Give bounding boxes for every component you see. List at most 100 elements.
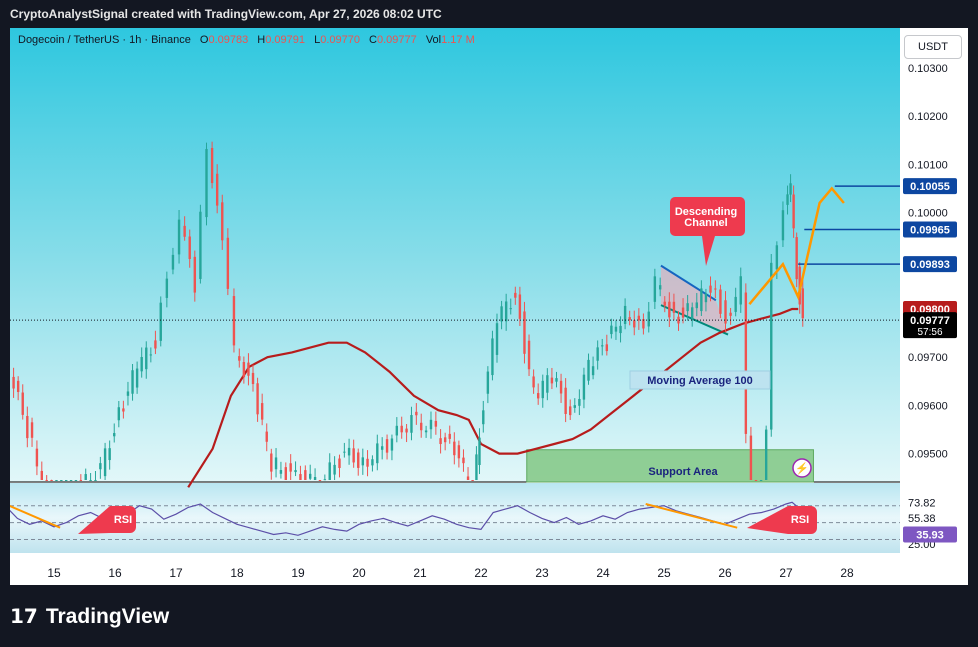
candle-body [596,347,599,361]
candle-body [135,368,139,388]
candle-body [504,301,508,322]
x-tick-label: 28 [840,566,854,580]
candle-body [500,306,503,322]
candle-body [663,301,666,306]
y-tick-label: 0.10100 [908,159,948,171]
rsi-tick-label: 73.82 [908,497,936,509]
candle-body [183,225,186,237]
candle-body [30,422,34,438]
candle-body [647,311,650,327]
moving-average-callout: Moving Average 100 [629,370,771,390]
ohlc-high: 0.09791 [265,34,306,46]
candle-body [12,376,15,389]
candle-body [371,459,374,466]
symbol-info-bar: Dogecoin / TetherUS · 1h · Binance O0.09… [18,34,475,46]
candle-body [759,480,763,481]
candle-body [376,443,379,464]
symbol-title[interactable]: Dogecoin / TetherUS · 1h · Binance [18,34,191,46]
candle-body [69,480,73,481]
candle-body [188,236,191,259]
price-label-text: 0.09965 [910,224,950,236]
candle-body [691,307,694,319]
candle-body [653,276,657,302]
candle-body [395,425,399,436]
candle-body [770,262,773,430]
candle-body [242,362,246,378]
volume-value: 1.17 M [441,34,475,46]
rsi-right-label: RSI [791,514,809,526]
candle-body [578,398,581,406]
candle-body [448,433,451,439]
candle-body [605,344,609,352]
candle-body [177,219,181,255]
candle-body [495,323,499,355]
candle-body [789,183,792,195]
candle-body [65,480,68,481]
tradingview-logo[interactable]: 𝟭𝟳 TradingView [10,604,169,629]
candle-body [786,194,789,205]
candle-body [475,454,478,480]
candle-body [35,448,39,467]
candle-body [764,429,768,480]
candle-body [232,296,236,346]
candle-body [149,354,153,356]
candle-body [668,301,671,318]
candle-body [357,452,360,468]
candle-body [154,340,157,349]
candle-body [564,387,567,414]
candle-body [294,470,297,473]
candle-body [251,372,255,385]
candle-body [555,378,558,382]
candle-body [749,435,753,480]
candle-body [309,473,312,479]
candle-body [695,302,698,309]
candle-body [478,437,481,466]
price-chart-svg[interactable]: 0.10300 0.10200 0.10100 0.10000 0.09700 0.096… [10,28,968,585]
candle-body [126,391,130,396]
candle-body [795,237,798,280]
x-tick-label: 27 [779,566,793,580]
x-tick-label: 25 [657,566,671,580]
candle-body [623,305,627,325]
price-label-text: 0.09893 [910,259,950,271]
candle-body [518,294,522,319]
candle-body [238,356,241,361]
candle-body [205,148,208,218]
candle-body [729,312,732,316]
candle-body [700,288,703,312]
candle-body [614,326,618,332]
chart-frame: 0.10300 0.10200 0.10100 0.10000 0.09700 0.096… [10,28,968,585]
x-axis-ticks: 15 16 17 18 19 20 21 22 23 24 25 26 27 28 [47,566,854,580]
candle-body [466,476,470,480]
candle-body [536,393,540,399]
candle-body [482,410,485,425]
candle-body [318,480,322,481]
candle-body [210,147,214,184]
candle-body [99,463,102,470]
x-tick-label: 26 [718,566,732,580]
candle-body [131,370,134,394]
candle-body [420,422,423,431]
x-tick-label: 22 [474,566,488,580]
x-tick-label: 23 [535,566,549,580]
candle-body [145,347,148,370]
candle-body [108,448,111,461]
currency-button[interactable]: USDT [904,35,962,59]
candle-body [792,194,795,229]
candle-body [390,438,394,451]
candle-body [270,453,273,472]
x-tick-label: 17 [169,566,183,580]
y-tick-label: 0.10300 [908,63,948,75]
candle-body [410,415,413,433]
x-tick-label: 24 [596,566,610,580]
candle-body [299,474,302,480]
x-tick-label: 16 [108,566,122,580]
candle-body [380,446,384,450]
candle-body [546,375,549,393]
candle-body [582,374,586,400]
candle-body [74,480,78,481]
price-label-text: 0.09777 [910,315,950,327]
candle-body [165,278,169,298]
candle-body [610,325,613,335]
candle-body [457,445,461,459]
